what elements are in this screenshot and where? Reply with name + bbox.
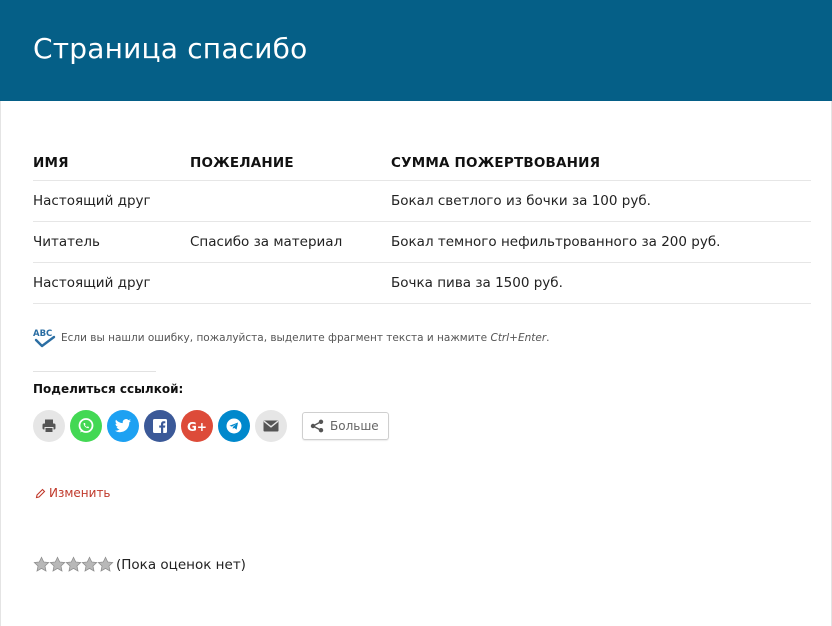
cell-wish xyxy=(190,262,391,304)
column-header-amount: СУММА ПОЖЕРТВОВАНИЯ xyxy=(391,146,811,181)
spellcheck-notice: ABC Если вы нашли ошибку, пожалуйста, вы… xyxy=(33,328,550,348)
share-more-label: Больше xyxy=(330,419,379,433)
star-icon[interactable] xyxy=(33,556,50,573)
abc-spellcheck-icon: ABC xyxy=(33,328,56,348)
share-buttons: G+ Больше xyxy=(33,410,389,442)
edit-link[interactable]: Изменить xyxy=(35,486,111,500)
share-twitter-button[interactable] xyxy=(107,410,139,442)
table-row: Читатель Спасибо за материал Бокал темно… xyxy=(33,221,811,263)
cell-wish xyxy=(190,180,391,222)
star-icon[interactable] xyxy=(49,556,66,573)
share-print-button[interactable] xyxy=(33,410,65,442)
twitter-icon xyxy=(114,419,131,433)
cell-amount: Бокал темного нефильтрованного за 200 ру… xyxy=(391,221,811,263)
share-email-button[interactable] xyxy=(255,410,287,442)
page-title: Страница спасибо xyxy=(33,32,308,65)
table-row: Настоящий друг Бокал светлого из бочки з… xyxy=(33,180,811,222)
cell-name: Настоящий друг xyxy=(33,262,190,304)
star-icon[interactable] xyxy=(81,556,98,573)
rating-widget: (Пока оценок нет) xyxy=(33,556,246,573)
star-icon[interactable] xyxy=(97,556,114,573)
google-plus-icon: G+ xyxy=(187,420,207,433)
donations-table-container: ИМЯ ПОЖЕЛАНИЕ СУММА ПОЖЕРТВОВАНИЯ Настоя… xyxy=(33,146,811,304)
cell-name: Настоящий друг xyxy=(33,180,190,222)
whatsapp-icon xyxy=(78,418,94,433)
share-google-plus-button[interactable]: G+ xyxy=(181,410,213,442)
svg-text:ABC: ABC xyxy=(33,329,52,339)
pencil-icon xyxy=(35,488,46,498)
column-header-name: ИМЯ xyxy=(33,146,190,181)
table-header-row: ИМЯ ПОЖЕЛАНИЕ СУММА ПОЖЕРТВОВАНИЯ xyxy=(33,146,811,181)
rating-text: (Пока оценок нет) xyxy=(116,556,246,573)
column-header-wish: ПОЖЕЛАНИЕ xyxy=(190,146,391,181)
share-facebook-button[interactable] xyxy=(144,410,176,442)
envelope-icon xyxy=(263,420,279,432)
rating-stars[interactable] xyxy=(33,556,114,573)
share-title: Поделиться ссылкой: xyxy=(33,382,184,396)
donations-table: ИМЯ ПОЖЕЛАНИЕ СУММА ПОЖЕРТВОВАНИЯ Настоя… xyxy=(33,146,811,304)
facebook-icon xyxy=(153,419,167,433)
page-header: Страница спасибо xyxy=(0,0,832,101)
share-icon xyxy=(310,419,324,433)
share-telegram-button[interactable] xyxy=(218,410,250,442)
spellcheck-text: Если вы нашли ошибку, пожалуйста, выдели… xyxy=(61,332,550,344)
share-divider xyxy=(33,371,156,372)
telegram-icon xyxy=(226,418,242,434)
edit-link-label: Изменить xyxy=(49,486,111,500)
cell-wish: Спасибо за материал xyxy=(190,221,391,263)
shortcut-text: Ctrl+Enter xyxy=(490,332,547,344)
cell-amount: Бочка пива за 1500 руб. xyxy=(391,262,811,304)
svg-text:G+: G+ xyxy=(187,420,207,433)
star-icon[interactable] xyxy=(65,556,82,573)
cell-name: Читатель xyxy=(33,221,190,263)
table-row: Настоящий друг Бочка пива за 1500 руб. xyxy=(33,262,811,304)
share-whatsapp-button[interactable] xyxy=(70,410,102,442)
share-more-button[interactable]: Больше xyxy=(302,412,389,440)
cell-amount: Бокал светлого из бочки за 100 руб. xyxy=(391,180,811,222)
printer-icon xyxy=(42,419,56,433)
